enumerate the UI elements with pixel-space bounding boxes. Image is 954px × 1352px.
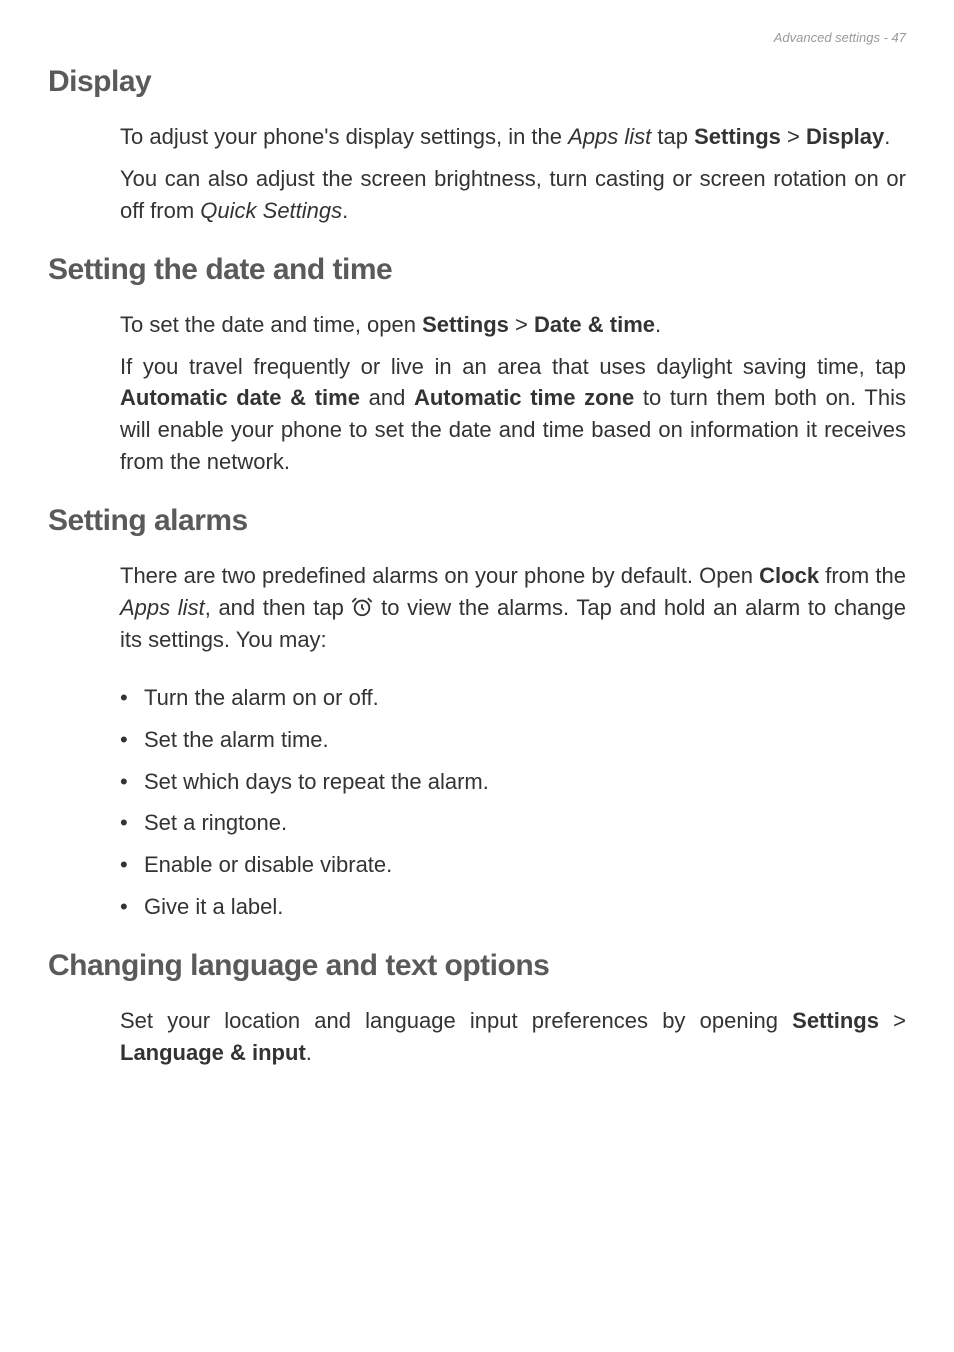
text-span: . <box>342 198 348 223</box>
alarms-para-1: There are two predefined alarms on your … <box>120 560 906 656</box>
text-span: , and then tap <box>205 595 352 620</box>
text-span: > <box>509 312 534 337</box>
text-span: Settings <box>792 1008 879 1033</box>
text-span: Display <box>806 124 884 149</box>
text-span: > <box>879 1008 906 1033</box>
list-item: Set which days to repeat the alarm. <box>120 766 906 798</box>
display-para-2: You can also adjust the screen brightnes… <box>120 163 906 227</box>
alarms-bullet-list: Turn the alarm on or off. Set the alarm … <box>120 682 906 923</box>
text-span: Apps list <box>568 124 651 149</box>
alarm-icon <box>351 595 373 620</box>
text-span: . <box>884 124 890 149</box>
text-span: from the <box>819 563 906 588</box>
display-body: To adjust your phone's display settings,… <box>120 121 906 227</box>
list-item: Enable or disable vibrate. <box>120 849 906 881</box>
text-span: and <box>360 385 414 410</box>
display-heading: Display <box>48 65 906 99</box>
text-span: tap <box>651 124 694 149</box>
text-span: To adjust your phone's display settings,… <box>120 124 568 149</box>
text-span: There are two predefined alarms on your … <box>120 563 759 588</box>
text-span: > <box>781 124 806 149</box>
text-span: Automatic time zone <box>414 385 634 410</box>
text-span: Clock <box>759 563 819 588</box>
list-item: Give it a label. <box>120 891 906 923</box>
text-span: Automatic date & time <box>120 385 360 410</box>
list-item: Set the alarm time. <box>120 724 906 756</box>
page-header: Advanced settings - 47 <box>48 30 906 45</box>
text-span: Settings <box>694 124 781 149</box>
list-item: Set a ringtone. <box>120 807 906 839</box>
language-para-1: Set your location and language input pre… <box>120 1005 906 1069</box>
language-body: Set your location and language input pre… <box>120 1005 906 1069</box>
datetime-para-2: If you travel frequently or live in an a… <box>120 351 906 479</box>
alarms-heading: Setting alarms <box>48 504 906 538</box>
text-span: . <box>655 312 661 337</box>
text-span: . <box>306 1040 312 1065</box>
text-span: Set your location and language input pre… <box>120 1008 792 1033</box>
text-span: To set the date and time, open <box>120 312 422 337</box>
list-item: Turn the alarm on or off. <box>120 682 906 714</box>
text-span: Date & time <box>534 312 655 337</box>
datetime-body: To set the date and time, open Settings … <box>120 309 906 478</box>
datetime-para-1: To set the date and time, open Settings … <box>120 309 906 341</box>
text-span: If you travel frequently or live in an a… <box>120 354 906 379</box>
text-span: Language & input <box>120 1040 306 1065</box>
alarms-body: There are two predefined alarms on your … <box>120 560 906 656</box>
text-span: Quick Settings <box>200 198 342 223</box>
text-span: Settings <box>422 312 509 337</box>
display-para-1: To adjust your phone's display settings,… <box>120 121 906 153</box>
datetime-heading: Setting the date and time <box>48 253 906 287</box>
text-span: Apps list <box>120 595 205 620</box>
language-heading: Changing language and text options <box>48 949 906 983</box>
